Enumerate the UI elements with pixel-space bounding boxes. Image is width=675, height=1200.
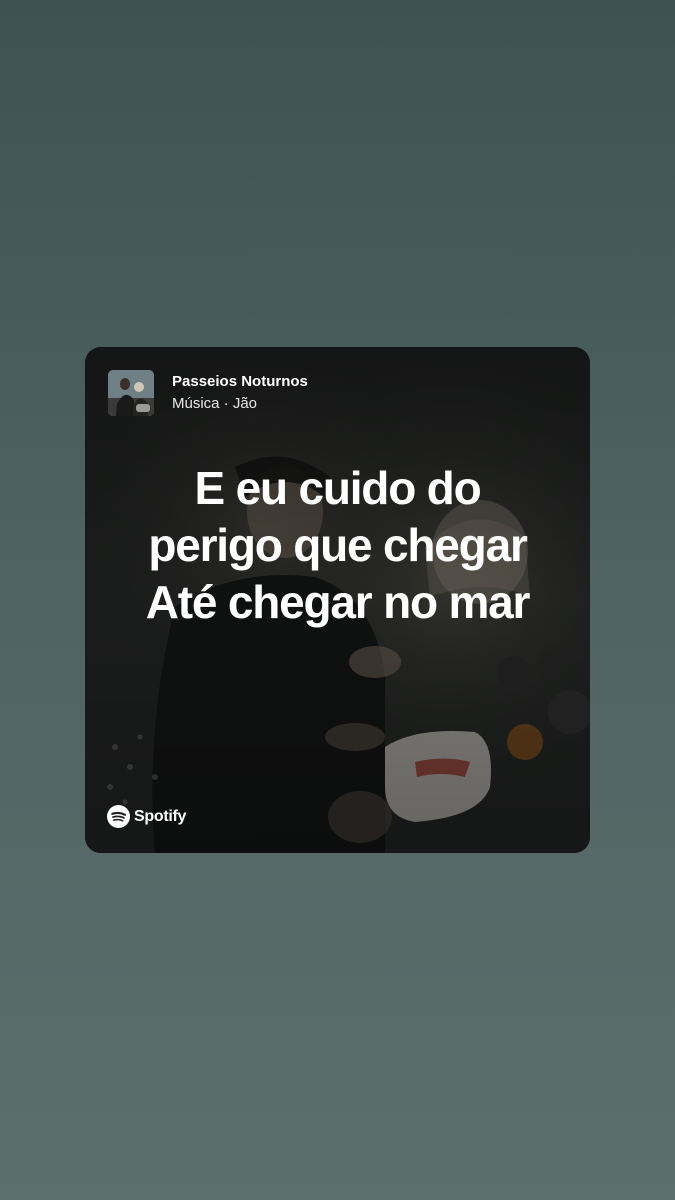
track-subtitle: Música · Jão [172, 395, 258, 412]
album-cover-image [108, 370, 154, 416]
spotify-brand[interactable]: Spotify [107, 805, 186, 828]
spotify-logo-icon [107, 805, 130, 828]
lyrics-share-card: Passeios Noturnos Música · Jão E eu cuid… [85, 347, 590, 853]
track-header[interactable]: Passeios Noturnos Música · Jão [108, 370, 308, 416]
album-cover-thumbnail [108, 370, 154, 416]
lyric-line-3: Até chegar no mar [145, 576, 531, 628]
track-title: Passeios Noturnos [172, 373, 308, 390]
track-meta: Passeios Noturnos Música · Jão [172, 372, 308, 414]
spotify-wordmark: Spotify [134, 807, 187, 825]
lyrics-block: E eu cuido do perigo que chegar Até cheg… [85, 460, 590, 631]
lyric-line-2: perigo que chegar [148, 519, 528, 571]
lyric-line-1: E eu cuido do [194, 462, 482, 514]
